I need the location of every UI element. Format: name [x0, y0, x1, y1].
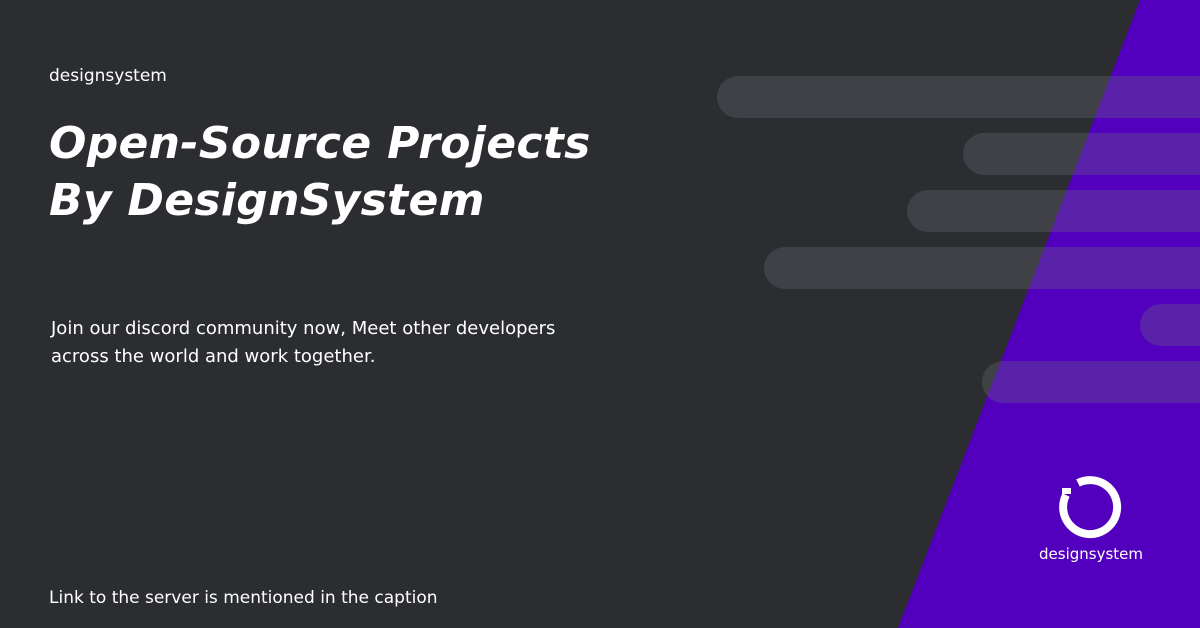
decorative-bars: [0, 0, 1200, 628]
headline: Open-Source Projects By DesignSystem: [49, 115, 591, 229]
banner-canvas: designsystem Open-Source Projects By Des…: [0, 0, 1200, 628]
logo: designsystem: [1034, 474, 1148, 574]
headline-line-1: Open-Source Projects: [49, 118, 591, 169]
decorative-bar: [907, 190, 1200, 232]
description-line-2: across the world and work together.: [51, 346, 376, 367]
decorative-bar: [982, 361, 1200, 403]
decorative-bar: [1140, 304, 1200, 346]
footer-note: Link to the server is mentioned in the c…: [49, 588, 438, 608]
logo-wordmark: designsystem: [1039, 545, 1143, 563]
description-line-1: Join our discord community now, Meet oth…: [51, 318, 556, 339]
decorative-bar: [963, 133, 1200, 175]
decorative-bar: [764, 247, 1200, 289]
decorative-bar: [717, 76, 1200, 118]
description: Join our discord community now, Meet oth…: [51, 315, 555, 371]
brand-name: designsystem: [49, 66, 167, 86]
headline-line-2: By DesignSystem: [49, 175, 485, 226]
circle-refresh-icon: [1059, 476, 1122, 539]
